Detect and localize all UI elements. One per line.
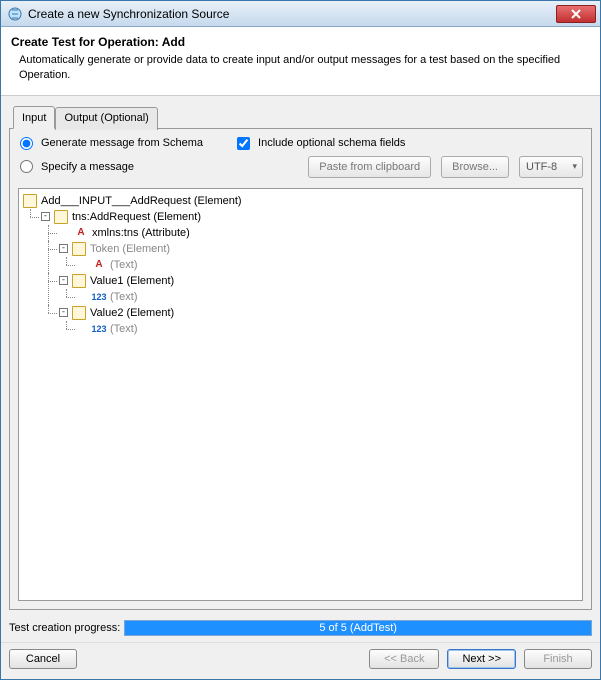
window-title: Create a new Synchronization Source: [28, 7, 556, 21]
label-specify[interactable]: Specify a message: [41, 161, 134, 173]
back-button[interactable]: << Back: [369, 649, 439, 669]
body: Input Output (Optional) Generate message…: [1, 96, 600, 616]
encoding-value: UTF-8: [526, 161, 557, 173]
numeric-icon: 123: [92, 290, 106, 304]
element-icon: [72, 242, 86, 256]
tree-label: Token (Element): [88, 241, 170, 257]
paste-from-clipboard-button[interactable]: Paste from clipboard: [308, 156, 431, 178]
tree-node-root[interactable]: Add___INPUT___AddRequest (Element) - tns…: [23, 193, 580, 337]
finish-button[interactable]: Finish: [524, 649, 592, 669]
progress-text: 5 of 5 (AddTest): [125, 621, 591, 635]
collapse-icon[interactable]: -: [59, 276, 68, 285]
numeric-icon: 123: [92, 322, 106, 336]
element-icon: [23, 194, 37, 208]
tree-label: Value2 (Element): [88, 305, 174, 321]
collapse-icon[interactable]: -: [59, 308, 68, 317]
tab-bar: Input Output (Optional): [9, 106, 592, 129]
progress-row: Test creation progress: 5 of 5 (AddTest): [1, 616, 600, 642]
row-specify: Specify a message Paste from clipboard B…: [18, 156, 583, 178]
tab-input[interactable]: Input: [13, 106, 55, 129]
element-icon: [72, 274, 86, 288]
cancel-button[interactable]: Cancel: [9, 649, 77, 669]
tree-node-value1[interactable]: - Value1 (Element): [59, 273, 580, 305]
collapse-icon[interactable]: -: [59, 244, 68, 253]
tree-node-xmlns[interactable]: A xmlns:tns (Attribute): [59, 225, 580, 241]
browse-button[interactable]: Browse...: [441, 156, 509, 178]
next-button[interactable]: Next >>: [447, 649, 516, 669]
tree-label: Value1 (Element): [88, 273, 174, 289]
wizard-header: Create Test for Operation: Add Automatic…: [1, 27, 600, 96]
titlebar[interactable]: Create a new Synchronization Source: [1, 1, 600, 27]
tree-label: tns:AddRequest (Element): [70, 209, 201, 225]
tree-node-value1-text[interactable]: 123 (Text): [77, 289, 580, 305]
label-include-optional[interactable]: Include optional schema fields: [258, 137, 405, 149]
tree-label: (Text): [108, 289, 138, 305]
page-description: Automatically generate or provide data t…: [19, 53, 590, 83]
element-icon: [54, 210, 68, 224]
app-icon: [7, 6, 23, 22]
tree-label: (Text): [108, 321, 138, 337]
row-generate: Generate message from Schema Include opt…: [18, 137, 583, 150]
collapse-icon[interactable]: -: [41, 212, 50, 221]
close-button[interactable]: [556, 5, 596, 23]
tree-node-value2-text[interactable]: 123 (Text): [77, 321, 580, 337]
text-icon: A: [92, 258, 106, 272]
button-row: Cancel << Back Next >> Finish: [1, 642, 600, 679]
progress-label: Test creation progress:: [9, 622, 120, 634]
tree-node-value2[interactable]: - Value2 (Element): [59, 305, 580, 337]
tab-content: Generate message from Schema Include opt…: [9, 128, 592, 610]
page-title: Create Test for Operation: Add: [11, 35, 590, 49]
tree-node-token[interactable]: - Token (Element): [59, 241, 580, 273]
attribute-icon: A: [74, 226, 88, 240]
label-generate[interactable]: Generate message from Schema: [41, 137, 203, 149]
tab-output[interactable]: Output (Optional): [55, 107, 157, 130]
radio-generate-from-schema[interactable]: [20, 137, 33, 150]
checkbox-include-optional[interactable]: [237, 137, 250, 150]
encoding-dropdown[interactable]: UTF-8: [519, 156, 583, 178]
radio-specify-message[interactable]: [20, 160, 33, 173]
tree-label: (Text): [108, 257, 138, 273]
dialog-window: Create a new Synchronization Source Crea…: [0, 0, 601, 680]
tree-node-addrequest[interactable]: - tns:AddRequest (Element) A: [41, 209, 580, 337]
tree-node-token-text[interactable]: A (Text): [77, 257, 580, 273]
progress-bar: 5 of 5 (AddTest): [124, 620, 592, 636]
schema-tree[interactable]: Add___INPUT___AddRequest (Element) - tns…: [18, 188, 583, 601]
tree-label: Add___INPUT___AddRequest (Element): [39, 193, 242, 209]
tree-label: xmlns:tns (Attribute): [90, 225, 190, 241]
element-icon: [72, 306, 86, 320]
